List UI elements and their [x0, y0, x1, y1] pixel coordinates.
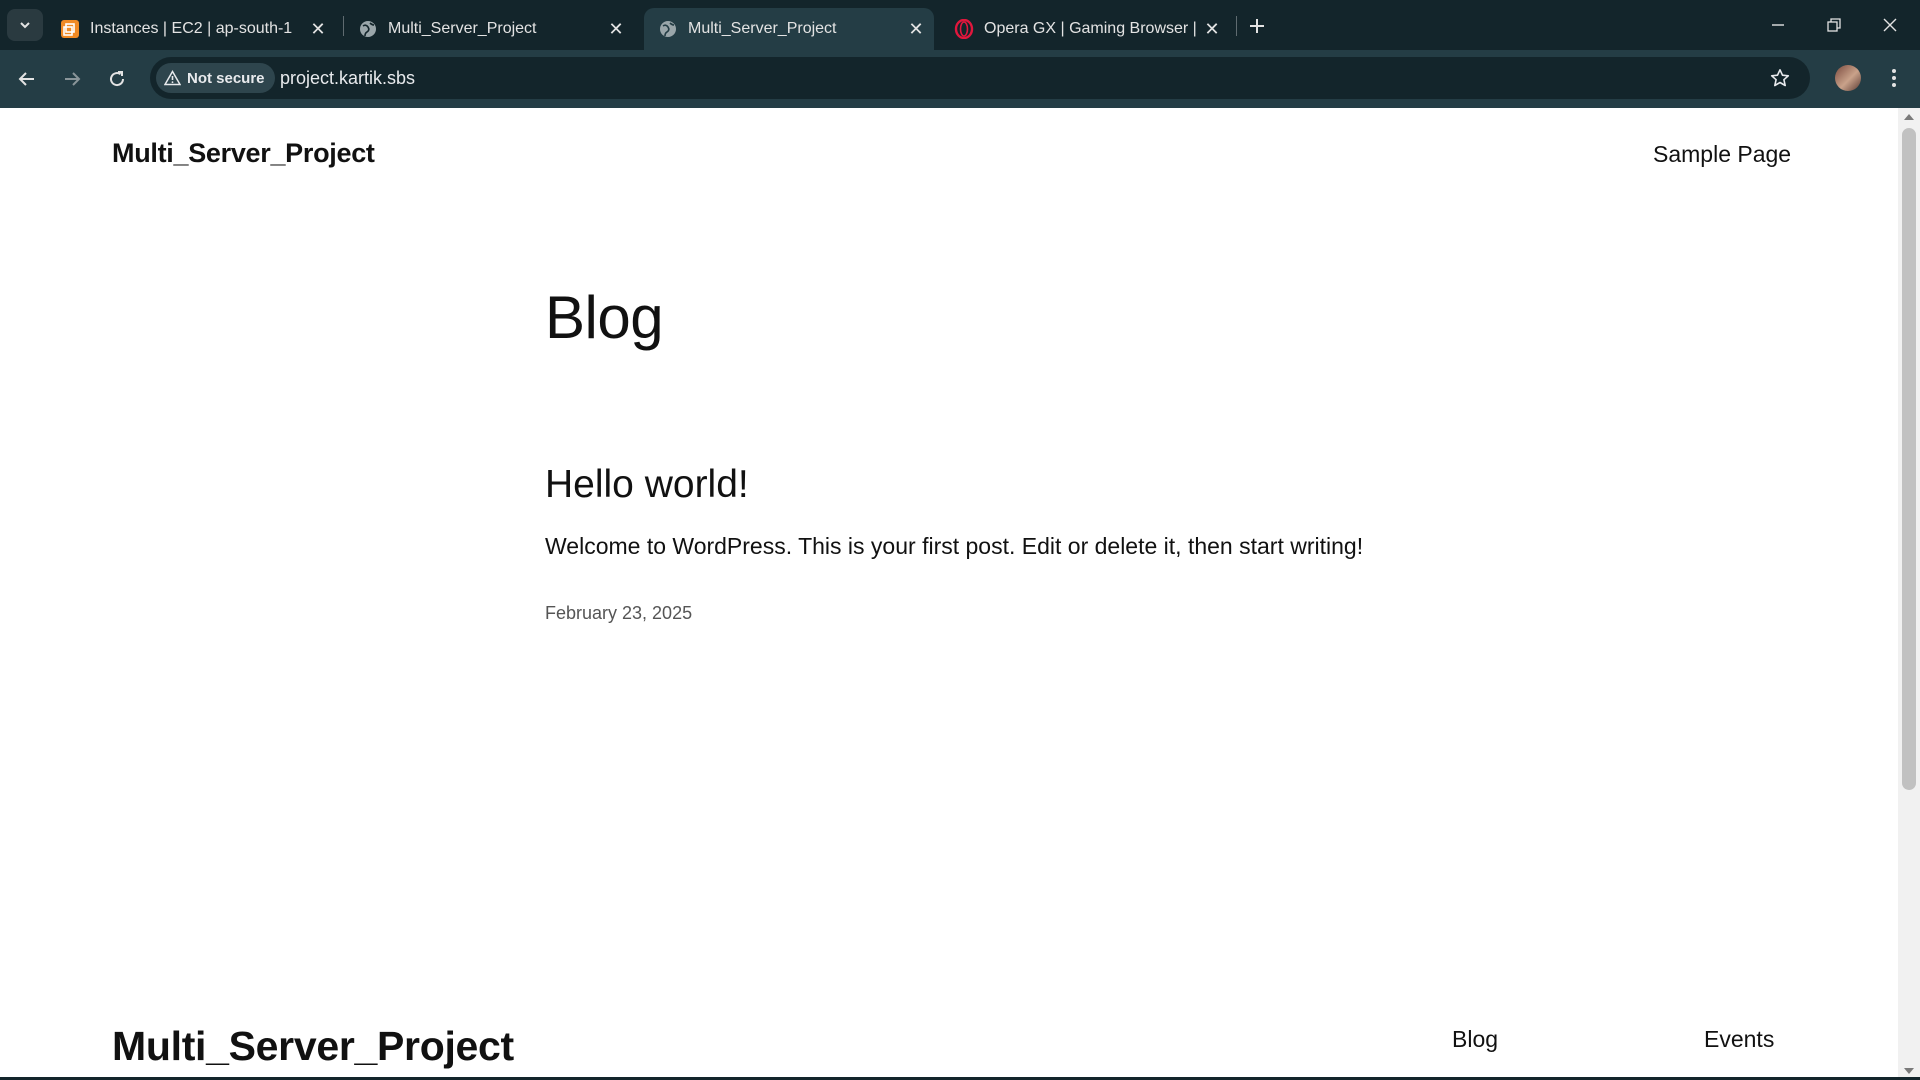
restore-button[interactable] [1806, 0, 1862, 50]
tab-strip: Instances | EC2 | ap-south-1 ✕ Multi_Ser… [0, 0, 1920, 50]
globe-icon [658, 19, 678, 39]
footer-site-title-link[interactable]: Multi_Server_Project [112, 1023, 514, 1070]
tab-divider [1236, 16, 1237, 36]
site-security-chip[interactable]: Not secure [156, 63, 275, 93]
site-title-link[interactable]: Multi_Server_Project [112, 138, 375, 169]
more-vertical-icon [1892, 69, 1896, 87]
tab-title: Multi_Server_Project [388, 20, 537, 37]
warning-icon [164, 70, 181, 86]
tab-opera-gx[interactable]: Opera GX | Gaming Browser | O ✕ [940, 8, 1230, 50]
scroll-up-arrow[interactable] [1898, 110, 1920, 124]
close-icon[interactable]: ✕ [306, 17, 330, 41]
close-icon [1883, 18, 1897, 32]
new-tab-button[interactable] [1243, 12, 1271, 40]
footer-link-events[interactable]: Events [1704, 1026, 1774, 1053]
opera-icon [954, 19, 974, 39]
reload-icon [110, 71, 125, 87]
triangle-down-icon [1904, 1068, 1914, 1074]
profile-avatar[interactable] [1835, 65, 1861, 91]
close-icon[interactable]: ✕ [1200, 17, 1224, 41]
post-excerpt: Welcome to WordPress. This is your first… [545, 533, 1364, 559]
post-date-link[interactable]: February 23, 2025 [545, 603, 692, 624]
back-button[interactable] [11, 63, 43, 95]
browser-menu-button[interactable] [1880, 64, 1908, 92]
arrow-left-icon [18, 72, 34, 86]
tab-title: Opera GX | Gaming Browser | O [984, 20, 1200, 37]
scrollbar-thumb[interactable] [1902, 128, 1916, 790]
close-window-button[interactable] [1862, 0, 1918, 50]
tab-title: Multi_Server_Project [688, 20, 837, 37]
address-bar[interactable]: Not secure project.kartik.sbs [150, 57, 1810, 99]
browser-toolbar: Not secure project.kartik.sbs [0, 50, 1920, 108]
page-title: Blog [545, 284, 664, 351]
nav-link-sample-page[interactable]: Sample Page [1653, 141, 1791, 168]
reload-button[interactable] [101, 63, 133, 95]
close-icon[interactable]: ✕ [604, 17, 628, 41]
post-title-link[interactable]: Hello world! [545, 463, 749, 507]
tab-ec2-instances[interactable]: Instances | EC2 | ap-south-1 ✕ [46, 8, 336, 50]
bookmark-star-button[interactable] [1768, 66, 1792, 90]
restore-icon [1827, 18, 1841, 32]
close-icon[interactable]: ✕ [904, 17, 928, 41]
arrow-right-icon [65, 72, 81, 86]
minimize-icon [1772, 24, 1784, 26]
aws-icon [60, 19, 80, 39]
minimize-button[interactable] [1750, 0, 1806, 50]
chevron-down-icon [20, 22, 30, 29]
footer-link-blog[interactable]: Blog [1452, 1026, 1498, 1053]
tab-multi-server-active[interactable]: Multi_Server_Project ✕ [644, 8, 934, 50]
globe-icon [358, 19, 378, 39]
forward-button[interactable] [56, 63, 88, 95]
plus-icon [1250, 19, 1264, 33]
url-text[interactable]: project.kartik.sbs [280, 57, 415, 99]
tab-title: Instances | EC2 | ap-south-1 [90, 20, 293, 37]
triangle-up-icon [1904, 114, 1914, 120]
tab-multi-server-1[interactable]: Multi_Server_Project ✕ [344, 8, 634, 50]
scroll-down-arrow[interactable] [1898, 1064, 1920, 1078]
tab-search-button[interactable] [7, 9, 43, 41]
security-chip-label: Not secure [187, 69, 265, 87]
page-viewport: Multi_Server_Project Sample Page Blog He… [0, 108, 1898, 1080]
star-icon [1770, 69, 1790, 87]
page-scrollbar[interactable] [1898, 108, 1920, 1080]
